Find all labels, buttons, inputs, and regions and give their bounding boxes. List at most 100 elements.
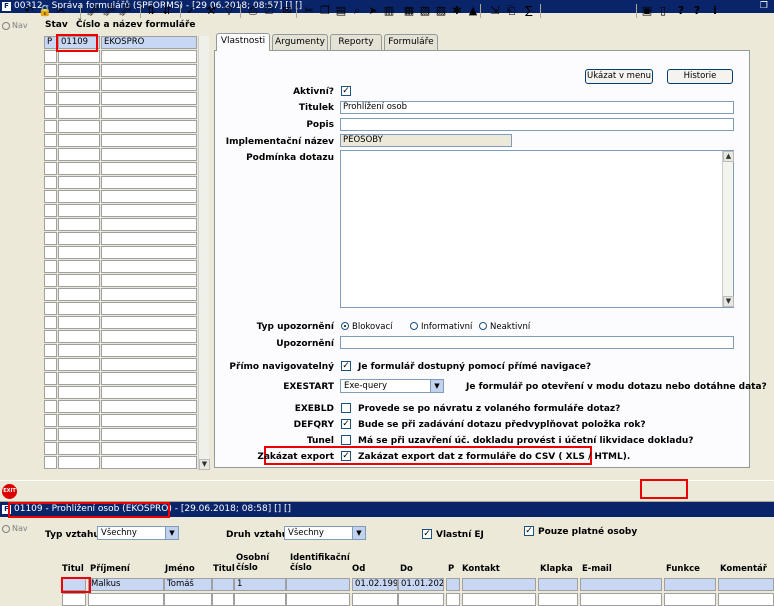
mail-icon[interactable]: ⎚	[262, 4, 276, 18]
tab-argumenty[interactable]: Argumenty	[272, 34, 328, 51]
cell-nazev[interactable]	[101, 372, 197, 385]
table-icon[interactable]: ▦	[402, 4, 416, 18]
aktivni-checkbox[interactable]: ✓	[341, 86, 351, 96]
cell-nazev[interactable]	[101, 302, 197, 315]
cell-cislo[interactable]	[58, 232, 100, 245]
radio-blokovaci[interactable]	[341, 322, 349, 330]
cell-nazev[interactable]	[101, 232, 197, 245]
list-item[interactable]	[44, 162, 197, 175]
navigate-icon[interactable]: ⌕	[350, 4, 364, 18]
cell-stav[interactable]	[44, 456, 57, 469]
cell-stav[interactable]	[44, 218, 57, 231]
toolbar-icon[interactable]: i	[708, 4, 722, 18]
cell-cislo[interactable]	[58, 316, 100, 329]
cell-nazev[interactable]	[101, 428, 197, 441]
key2-icon[interactable]: 🗝	[86, 4, 100, 18]
scroll-up-icon[interactable]: ▲	[723, 151, 734, 162]
list-item[interactable]	[44, 330, 197, 343]
triangle-icon[interactable]: ✱	[450, 4, 464, 18]
upozorneni-field[interactable]	[340, 336, 734, 349]
cell-cislo[interactable]	[58, 260, 100, 273]
list-item[interactable]	[44, 274, 197, 287]
cell-klapka[interactable]	[538, 578, 578, 591]
cell-stav[interactable]	[44, 428, 57, 441]
doc-icon[interactable]: ▣	[640, 4, 654, 18]
impl-field[interactable]: PEOSOBY	[340, 134, 512, 147]
nav-button[interactable]: Nav	[2, 523, 28, 534]
podminka-textarea[interactable]	[340, 150, 734, 308]
typ-vztahu-select[interactable]: Všechny ▼	[97, 526, 179, 540]
tab-formulare[interactable]: Formuláře	[384, 34, 438, 51]
cell-titul2[interactable]	[212, 578, 234, 591]
help-context-icon[interactable]: ?	[674, 4, 688, 18]
cell-nazev[interactable]	[101, 330, 197, 343]
list-item[interactable]	[44, 372, 197, 385]
cell-nazev[interactable]	[101, 358, 197, 371]
defqry-checkbox[interactable]: ✓	[341, 419, 351, 429]
cell-identifikacni-cislo[interactable]	[286, 578, 350, 591]
restore-icon[interactable]: ❐	[760, 0, 768, 13]
cell-nazev[interactable]	[101, 400, 197, 413]
cell-komentar[interactable]	[718, 578, 774, 591]
col-jmeno[interactable]: Jméno	[165, 564, 195, 574]
filter-icon[interactable]: ⚒	[204, 4, 218, 18]
list-item[interactable]	[44, 316, 197, 329]
col-komentar[interactable]: Komentář	[720, 564, 767, 574]
col-osobni-cislo[interactable]: Osobní číslo	[236, 553, 276, 573]
cell-nazev[interactable]	[101, 92, 197, 105]
tools-icon[interactable]: ✓	[184, 4, 198, 18]
cell-prijmeni[interactable]: Malkus	[88, 578, 164, 591]
list-item[interactable]	[44, 78, 197, 91]
cell-nazev[interactable]	[101, 190, 197, 203]
cell-nazev[interactable]	[101, 288, 197, 301]
key3-icon[interactable]: 🗝	[102, 4, 116, 18]
cell-stav[interactable]	[44, 316, 57, 329]
cell-funkce[interactable]	[664, 578, 716, 591]
tunel-checkbox[interactable]	[341, 435, 351, 445]
cell-nazev[interactable]	[101, 246, 197, 259]
col-titul[interactable]: Titul	[62, 564, 84, 574]
cell-p[interactable]	[446, 578, 460, 591]
cell-nazev[interactable]	[101, 414, 197, 427]
list-item[interactable]	[44, 386, 197, 399]
col-do[interactable]: Do	[400, 564, 413, 574]
cell-cislo[interactable]	[58, 246, 100, 259]
list-item[interactable]	[44, 218, 197, 231]
cell-nazev[interactable]	[101, 204, 197, 217]
cell-nazev[interactable]	[101, 134, 197, 147]
list-item[interactable]	[44, 232, 197, 245]
cell-nazev[interactable]	[101, 442, 197, 455]
lock-icon[interactable]: 🔒	[38, 4, 52, 18]
cell-cislo[interactable]	[58, 162, 100, 175]
col-klapka[interactable]: Klapka	[540, 564, 573, 574]
sum-icon[interactable]: ⎗	[504, 4, 518, 18]
col-kontakt[interactable]: Kontakt	[462, 564, 500, 574]
cell-cislo[interactable]	[58, 134, 100, 147]
list-item[interactable]	[44, 260, 197, 273]
cell-osobni-cislo[interactable]: 1	[234, 578, 286, 591]
cell-nazev[interactable]	[101, 218, 197, 231]
list-item[interactable]	[44, 414, 197, 427]
cell-nazev[interactable]	[101, 386, 197, 399]
list-item[interactable]	[44, 120, 197, 133]
podminka-scrollbar[interactable]: ▲ ▼	[722, 151, 734, 307]
cell-cislo[interactable]	[58, 106, 100, 119]
cell-nazev[interactable]	[101, 148, 197, 161]
cell-jmeno[interactable]: Tomáš	[164, 578, 212, 591]
list-item[interactable]	[44, 442, 197, 455]
col-p[interactable]: P	[448, 564, 454, 574]
copy-icon[interactable]: ✂	[302, 4, 316, 18]
list-item[interactable]	[44, 148, 197, 161]
cell-cislo[interactable]	[58, 78, 100, 91]
cell-cislo[interactable]	[58, 358, 100, 371]
cell-cislo[interactable]	[58, 344, 100, 357]
cell-stav[interactable]	[44, 232, 57, 245]
radio-neaktivni[interactable]	[479, 322, 487, 330]
list-item[interactable]	[44, 302, 197, 315]
cell-cislo[interactable]	[58, 92, 100, 105]
titulek-field[interactable]: Prohlížení osob	[340, 101, 734, 114]
cell-cislo[interactable]	[58, 456, 100, 469]
cell-nazev[interactable]	[101, 316, 197, 329]
cell-cislo[interactable]	[58, 288, 100, 301]
list-item[interactable]	[44, 190, 197, 203]
